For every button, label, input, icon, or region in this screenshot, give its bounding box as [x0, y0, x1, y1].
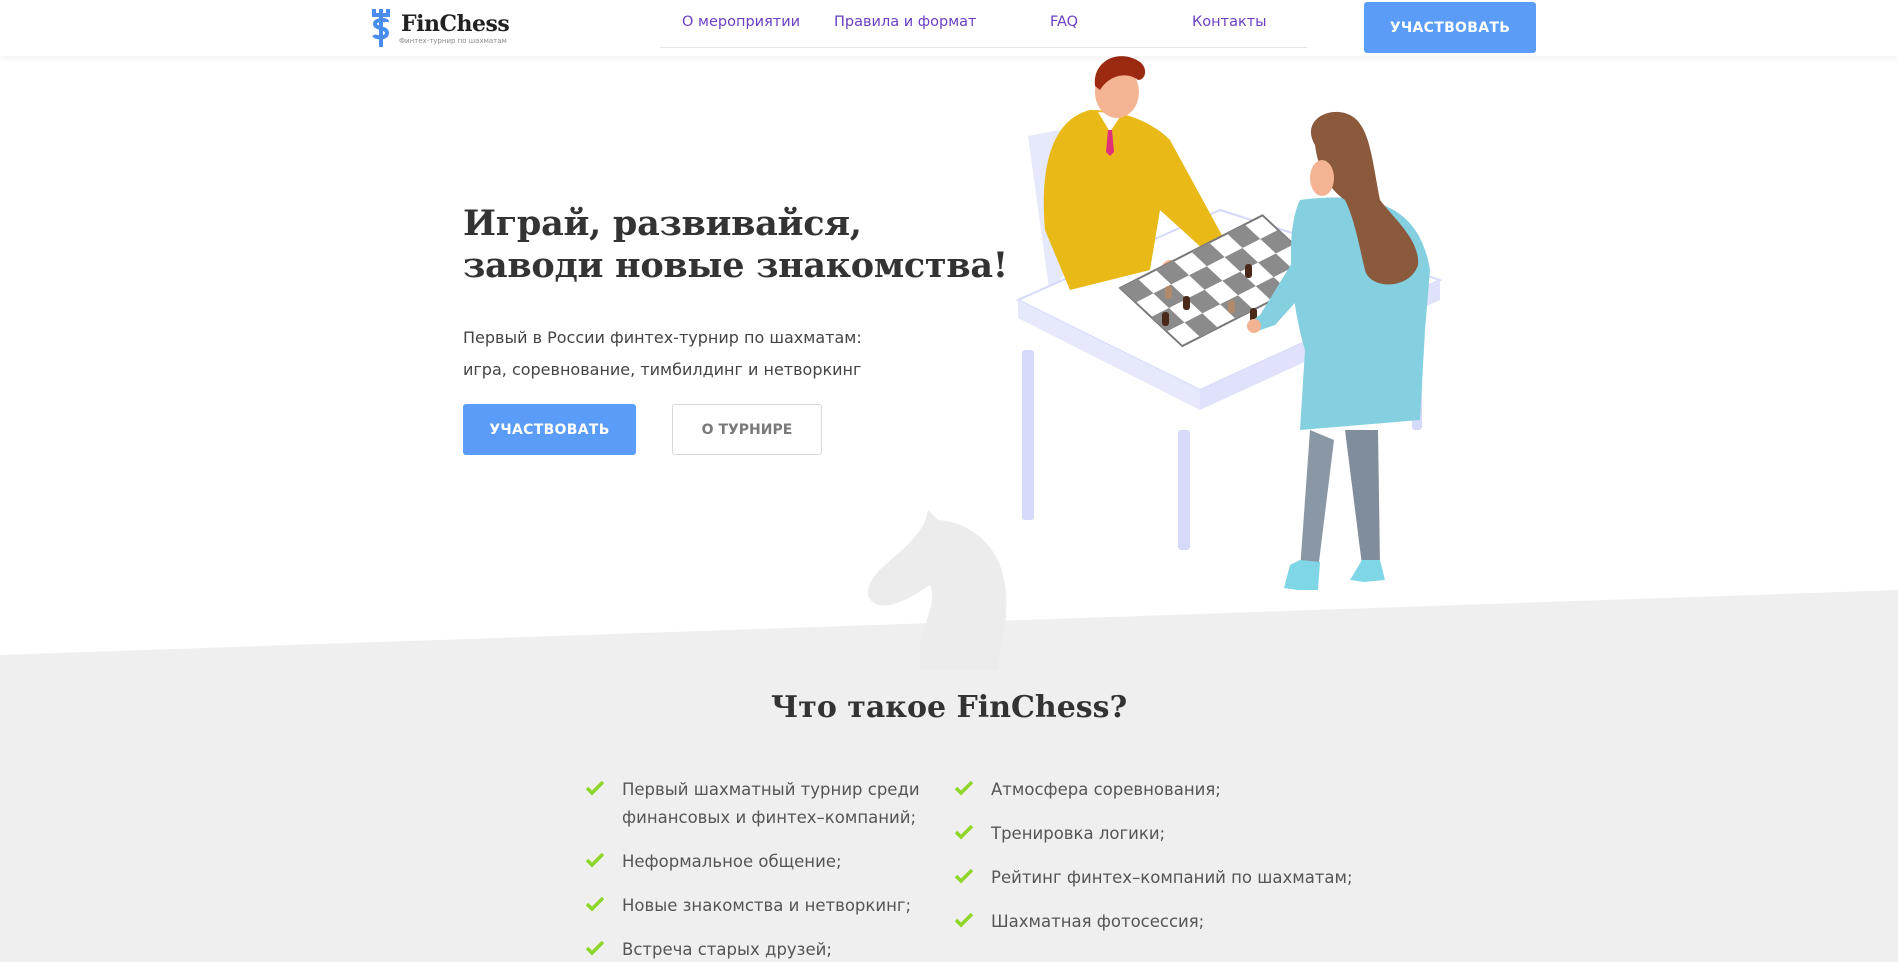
chess-players-illustration	[1015, 56, 1443, 590]
about-section-title: Что такое FinChess?	[770, 690, 1128, 725]
nav-about[interactable]: О мероприятии	[682, 14, 800, 30]
feature-text: Первый шахматный турнир среди финансовых…	[622, 780, 920, 827]
list-item: Рейтинг финтех–компаний по шахматам;	[955, 864, 1355, 892]
hero-participate-button[interactable]: УЧАСТВОВАТЬ	[463, 404, 636, 455]
site-header: FinChess Финтех-турнир по шахматам О мер…	[0, 0, 1898, 56]
list-item: Неформальное общение;	[586, 848, 926, 876]
check-icon	[586, 940, 604, 956]
list-item: Шахматная фотосессия;	[955, 908, 1355, 936]
hero-subtitle-line1: Первый в России финтех-турнир по шахмата…	[463, 328, 862, 347]
brand-name: FinChess	[401, 11, 510, 37]
brand-tagline: Финтех-турнир по шахматам	[399, 37, 507, 45]
check-icon	[955, 824, 973, 840]
list-item: Атмосфера соревнования;	[955, 776, 1355, 804]
about-tournament-button[interactable]: О ТУРНИРЕ	[672, 404, 822, 455]
list-item: Встреча старых друзей;	[586, 936, 926, 964]
hero-title-line1: Играй, развивайся,	[463, 203, 862, 244]
nav-rules[interactable]: Правила и формат	[834, 14, 977, 30]
list-item: Тренировка логики;	[955, 820, 1355, 848]
feature-text: Атмосфера соревнования;	[991, 780, 1221, 799]
hero-title: Играй, развивайся, заводи новые знакомст…	[463, 203, 1008, 287]
check-icon	[955, 780, 973, 796]
features-list-left: Первый шахматный турнир среди финансовых…	[586, 776, 926, 980]
check-icon	[586, 780, 604, 796]
hero-title-line2: заводи новые знакомства!	[463, 245, 1008, 286]
check-icon	[955, 912, 973, 928]
list-item: Новые знакомства и нетворкинг;	[586, 892, 926, 920]
feature-text: Тренировка логики;	[991, 824, 1166, 843]
header-participate-button[interactable]: УЧАСТВОВАТЬ	[1364, 2, 1536, 53]
feature-text: Неформальное общение;	[622, 852, 842, 871]
list-item: Первый шахматный турнир среди финансовых…	[586, 776, 926, 832]
feature-text: Шахматная фотосессия;	[991, 912, 1205, 931]
nav-faq[interactable]: FAQ	[1050, 14, 1078, 30]
hero-subtitle: Первый в России финтех-турнир по шахмата…	[463, 322, 862, 386]
brand-logo[interactable]: FinChess Финтех-турнир по шахматам	[369, 8, 510, 48]
check-icon	[955, 868, 973, 884]
rook-dollar-logo-icon	[372, 9, 390, 47]
feature-text: Новые знакомства и нетворкинг;	[622, 896, 912, 915]
features-list-right: Атмосфера соревнования; Тренировка логик…	[955, 776, 1355, 952]
hero-subtitle-line2: игра, соревнование, тимбилдинг и нетворк…	[463, 360, 862, 379]
feature-text: Встреча старых друзей;	[622, 940, 832, 959]
check-icon	[586, 852, 604, 868]
check-icon	[586, 896, 604, 912]
feature-text: Рейтинг финтех–компаний по шахматам;	[991, 868, 1353, 887]
nav-contacts[interactable]: Контакты	[1192, 14, 1267, 30]
main-nav: О мероприятии Правила и формат FAQ Конта…	[660, 0, 1307, 48]
